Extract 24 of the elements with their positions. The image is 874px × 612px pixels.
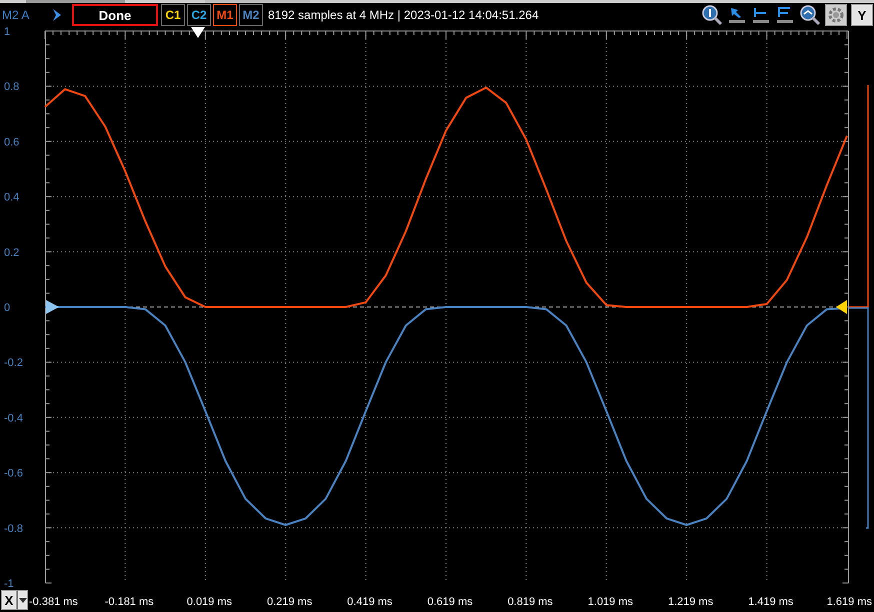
x-tick-label: 0.019 ms: [186, 596, 232, 608]
channel-label: M2 A: [2, 8, 30, 22]
y-tick-label: 0.6: [4, 136, 20, 148]
y-tick-label: -1: [4, 578, 14, 588]
acquisition-info: 8192 samples at 4 MHz | 2023-01-12 14:04:51.264: [268, 8, 539, 22]
x-tick-label: 1.019 ms: [588, 596, 634, 608]
y-tick-label: -0.6: [4, 468, 23, 480]
y-tick-label: -0.2: [4, 357, 23, 370]
y-tick-label: -0.4: [4, 412, 23, 424]
x-tick-label: 0.419 ms: [347, 596, 392, 608]
y-tick-label: 1: [4, 27, 10, 38]
y-tick-label: 0: [4, 302, 10, 314]
x-tick-label: 0.219 ms: [266, 596, 312, 608]
x-tick-label: 0.819 ms: [508, 596, 553, 608]
y-tick-label: 0.4: [4, 192, 20, 204]
x-tick-label: 1.219 ms: [668, 596, 714, 608]
x-tick-label: -0.181 ms: [104, 596, 154, 608]
x-tick-label: 1.619 ms: [826, 596, 872, 608]
y-tick-label: 0.2: [4, 246, 20, 259]
x-tick-label: 0.619 ms: [427, 596, 473, 608]
x-tick-label: -0.381 ms: [29, 596, 78, 608]
x-tick-label: 1.419 ms: [748, 596, 794, 608]
y-tick-label: -0.8: [4, 522, 23, 535]
y-tick-label: 0.8: [4, 81, 20, 94]
